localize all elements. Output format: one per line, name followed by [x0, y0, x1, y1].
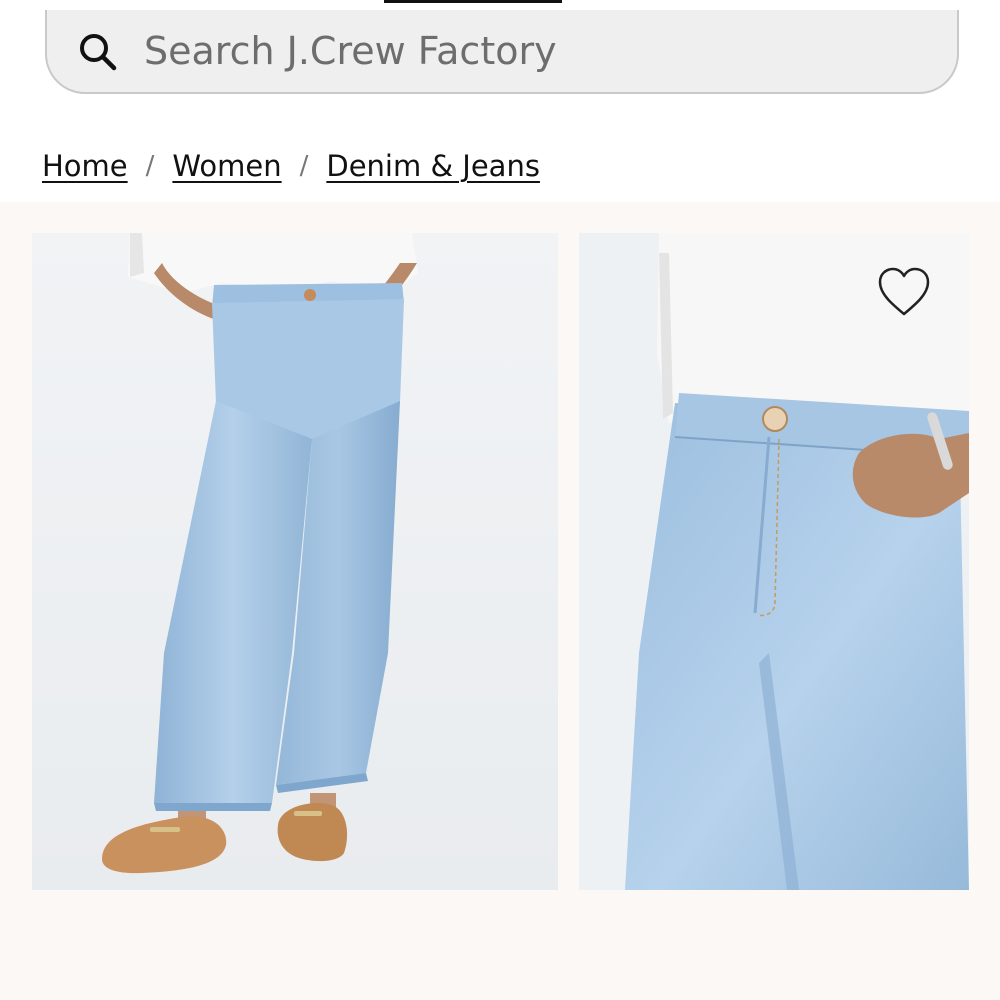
heart-icon[interactable]	[876, 266, 932, 318]
breadcrumb-denim-jeans-link[interactable]: Denim & Jeans	[326, 149, 540, 183]
header-indicator	[384, 0, 562, 3]
product-page: Search J.Crew Factory Home / Women / Den…	[0, 0, 1000, 1000]
product-image-waist-detail[interactable]	[579, 233, 969, 890]
breadcrumb: Home / Women / Denim & Jeans	[42, 146, 540, 186]
breadcrumb-separator: /	[145, 151, 155, 181]
search-icon[interactable]	[76, 30, 120, 74]
breadcrumb-separator: /	[299, 151, 309, 181]
search-placeholder[interactable]: Search J.Crew Factory	[144, 26, 557, 76]
breadcrumb-home-link[interactable]: Home	[42, 149, 128, 183]
product-image-full-length[interactable]	[32, 233, 558, 890]
breadcrumb-women-link[interactable]: Women	[172, 149, 281, 183]
